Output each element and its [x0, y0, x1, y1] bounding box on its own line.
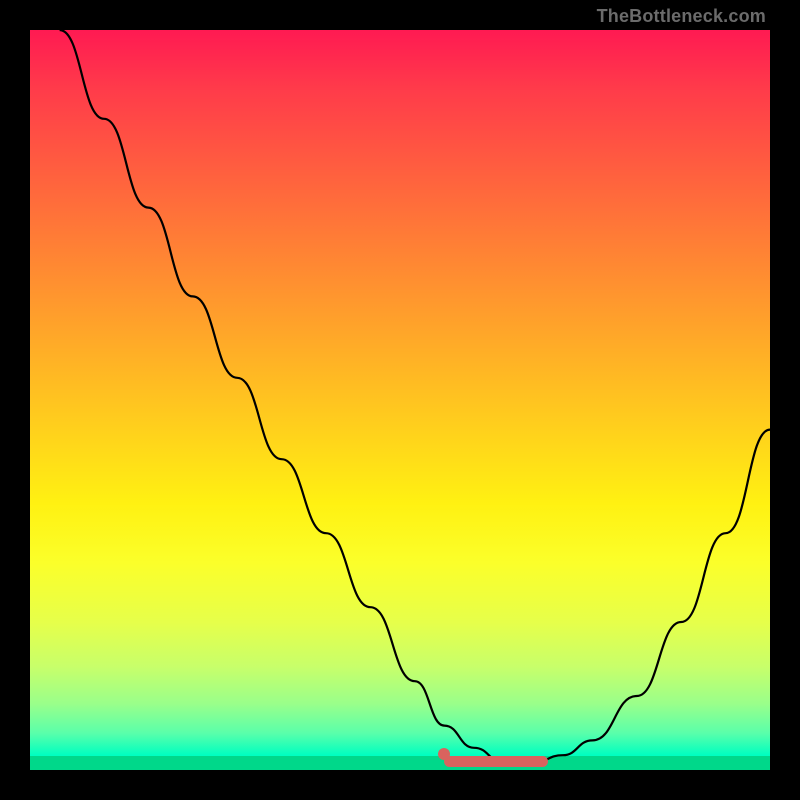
plot-area — [30, 30, 770, 770]
optimal-range-bar — [444, 756, 548, 767]
watermark-text: TheBottleneck.com — [597, 6, 766, 27]
plot-bottom-band — [30, 756, 770, 770]
chart-frame: TheBottleneck.com — [0, 0, 800, 800]
bottleneck-curve — [30, 30, 770, 770]
